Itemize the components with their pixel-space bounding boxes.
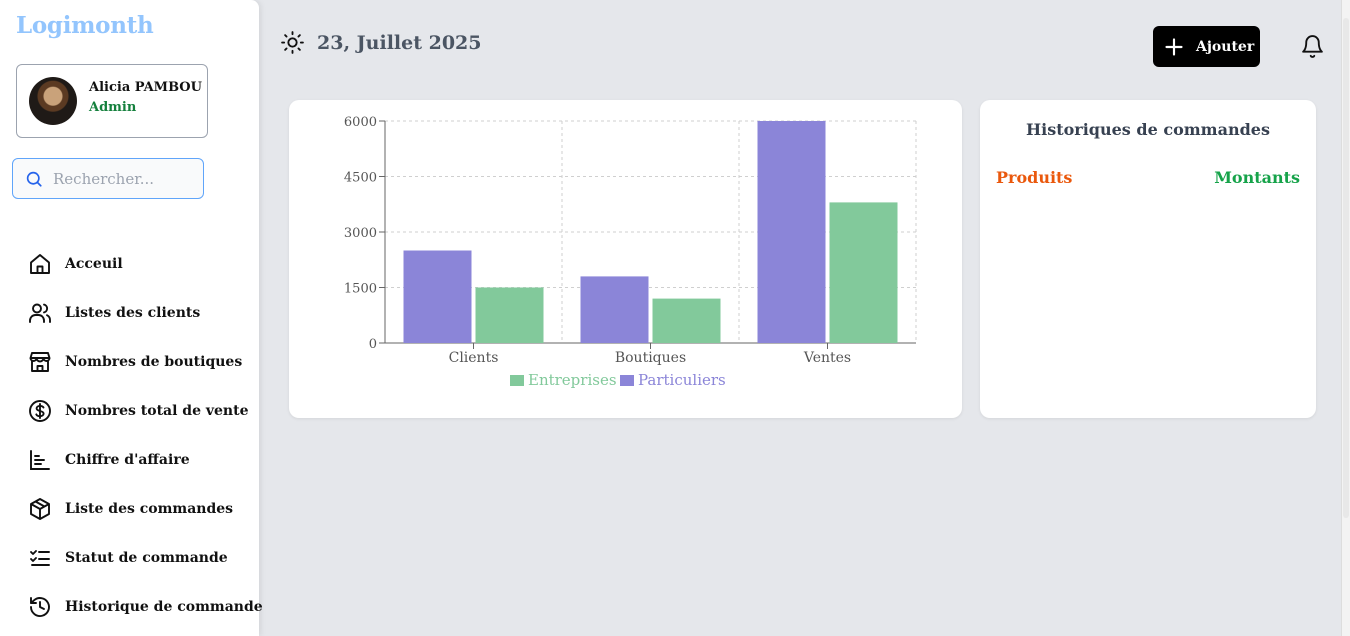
avatar [29,77,77,125]
dollar-circle-icon [29,400,51,422]
search-icon [26,171,42,187]
sidebar-item-clients[interactable]: Listes des clients [28,299,253,327]
column-header-montants[interactable]: Montants [1214,168,1300,187]
sidebar-item-label: Listes des clients [65,305,201,321]
y-tick-label: 0 [369,337,377,352]
date-area: 23, Juillet 2025 [280,30,482,55]
sidebar-item-commandes[interactable]: Liste des commandes [28,495,253,523]
sidebar-item-statut[interactable]: Statut de commande [28,544,253,572]
bar-chart: 0 1500 3000 4500 6000 Clients Boutiques Ventes E… [344,115,917,389]
search-box[interactable] [12,158,204,199]
package-icon [30,498,50,520]
chart-card: 0 1500 3000 4500 6000 Clients Boutiques Ventes E… [289,100,962,418]
history-title: Historiques de commandes [1026,120,1270,139]
user-name: Alicia PAMBOU [89,80,202,95]
bar-entreprises-boutiques [652,298,721,343]
column-header-produits[interactable]: Produits [996,168,1072,187]
sidebar-item-label: Chiffre d'affaire [65,452,190,468]
legend-swatch-entreprises [510,375,524,386]
add-button-label: Ajouter [1196,38,1255,55]
y-tick-label: 6000 [344,115,377,130]
sidebar-item-chiffre-affaire[interactable]: Chiffre d'affaire [28,446,253,474]
bell-icon[interactable] [1300,34,1325,59]
bar-chart-icon [30,450,50,470]
sidebar-item-label: Historique de commande [65,599,263,615]
bar-particuliers-clients [403,250,472,343]
bar-particuliers-ventes [757,121,826,343]
x-tick-label: Clients [449,350,499,366]
store-icon [29,352,51,372]
add-button[interactable]: Ajouter [1153,26,1260,67]
history-icon [30,597,50,617]
sidebar-item-historique[interactable]: Historique de commande [28,593,263,621]
sun-icon[interactable] [280,30,305,55]
sidebar-item-boutiques[interactable]: Nombres de boutiques [28,348,253,376]
search-input[interactable] [53,167,197,191]
legend-label-particuliers: Particuliers [638,371,726,389]
x-tick-label: Ventes [803,350,851,366]
plus-icon [1165,37,1183,56]
sidebar-item-label: Nombres de boutiques [65,354,243,370]
sidebar-item-accueil[interactable]: Acceuil [28,250,253,278]
list-checks-icon [30,550,50,566]
scrollbar-thumb[interactable] [1343,18,1349,518]
order-history-card: Historiques de commandes Produits Montan… [980,100,1316,418]
app-logo[interactable]: Logimonth [16,12,154,39]
bar-entreprises-ventes [829,202,898,343]
y-tick-label: 1500 [344,282,377,297]
bar-entreprises-clients [475,287,544,343]
users-icon [29,303,51,323]
y-tick-label: 4500 [344,171,377,186]
home-icon [30,254,50,274]
x-tick-label: Boutiques [615,350,686,366]
sidebar-item-label: Liste des commandes [65,501,234,517]
sidebar-item-label: Statut de commande [65,550,228,566]
y-tick-label: 3000 [344,226,377,241]
sidebar-item-label: Acceuil [65,256,123,272]
sidebar-item-label: Nombres total de vente [65,403,249,419]
page-scrollbar[interactable] [1341,0,1350,636]
legend-swatch-particuliers [620,375,634,386]
sidebar: Logimonth Alicia PAMBOU Admin Acceuil Li… [0,0,263,636]
legend-label-entreprises: Entreprises [528,371,617,389]
bar-particuliers-boutiques [580,276,649,343]
sidebar-item-ventes[interactable]: Nombres total de vente [28,397,253,425]
user-card[interactable]: Alicia PAMBOU Admin [16,64,208,138]
current-date: 23, Juillet 2025 [317,31,482,54]
user-role: Admin [89,100,137,115]
